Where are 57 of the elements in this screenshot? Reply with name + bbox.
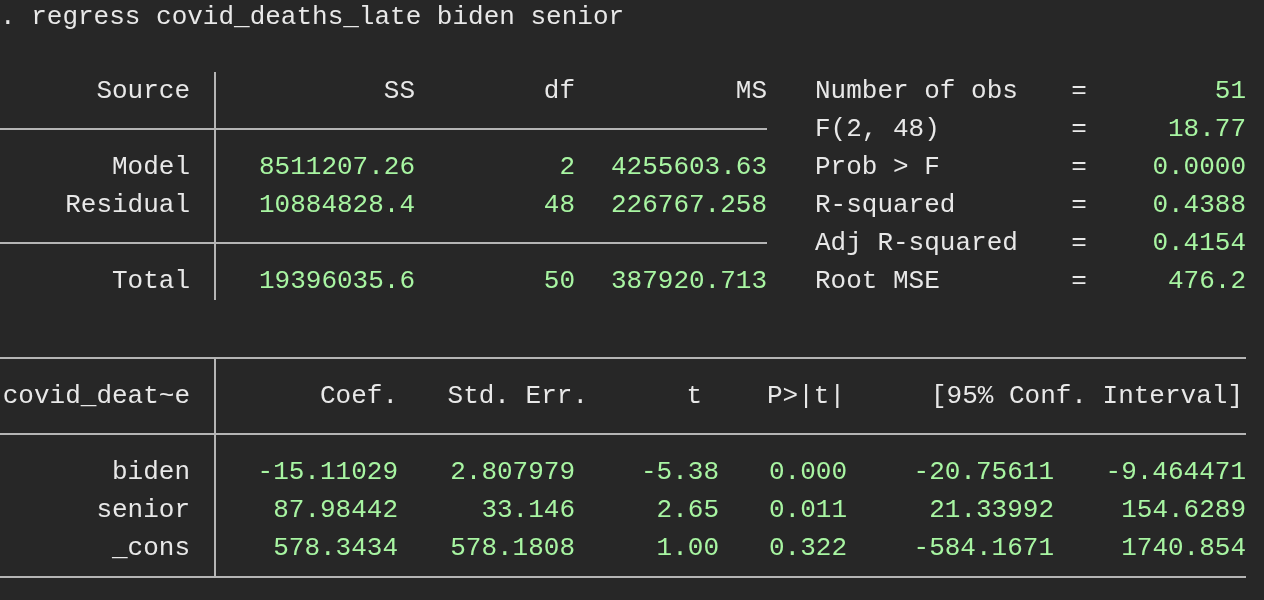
stat-value: 51: [1213, 75, 1246, 108]
row-label: senior: [0, 491, 216, 529]
column-header: Coef.: [319, 380, 398, 413]
table-cell-text: -20.75611: [912, 456, 1054, 489]
table-cell-text: -9.464471: [1104, 456, 1246, 489]
column-header: df: [542, 75, 575, 108]
column-header: [95% Conf. Interval]: [929, 380, 1244, 413]
table-cell-text: 4255603.63: [609, 151, 767, 184]
equals-sign: =: [1070, 227, 1088, 260]
table-cell-text: 2.65: [655, 494, 719, 527]
command-line: . regress covid_deaths_late biden senior: [0, 1, 626, 34]
stat-label: Adj R-squared: [815, 227, 1019, 260]
column-header: Std. Err.: [446, 380, 588, 413]
equals-sign: =: [1070, 189, 1088, 222]
table-cell-text: 48: [542, 189, 575, 222]
table-cell-text: -584.1671: [912, 532, 1054, 565]
table-cell-text: 0.322: [768, 532, 847, 565]
table-cell-text: 33.146: [480, 494, 575, 527]
stat-label: Root MSE: [815, 265, 941, 298]
stat-value: 0.4154: [1151, 227, 1246, 260]
table-cell-text: 10884828.4: [257, 189, 415, 222]
equals-sign: =: [1070, 113, 1088, 146]
table-cell-text: -15.11029: [256, 456, 398, 489]
table-cell-text: 8511207.26: [257, 151, 415, 184]
column-header: SS: [382, 75, 415, 108]
column-header: MS: [734, 75, 767, 108]
table-cell-text: 387920.713: [609, 265, 767, 298]
equals-sign: =: [1070, 75, 1088, 108]
table-cell-text: 50: [542, 265, 575, 298]
stat-value: 0.4388: [1151, 189, 1246, 222]
equals-sign: =: [1070, 151, 1088, 184]
equals-sign: =: [1070, 265, 1088, 298]
stat-label: Number of obs: [815, 75, 1019, 108]
table-cell-text: 21.33992: [928, 494, 1054, 527]
table-cell-text: 19396035.6: [257, 265, 415, 298]
table-cell-text: 1.00: [655, 532, 719, 565]
column-header: P>|t|: [766, 380, 846, 413]
table-cell-text: 0.000: [768, 456, 847, 489]
table-cell-text: 226767.258: [609, 189, 767, 222]
stat-label: F(2, 48): [815, 113, 941, 146]
table-cell-text: 2.807979: [449, 456, 575, 489]
stat-label: R-squared: [815, 189, 957, 222]
row-label: Total: [0, 262, 216, 300]
table-cell-text: 154.6289: [1120, 494, 1246, 527]
row-label: biden: [0, 453, 216, 491]
stat-value: 476.2: [1167, 265, 1246, 298]
stat-value: 0.0000: [1151, 151, 1246, 184]
table-cell-text: -5.38: [640, 456, 719, 489]
table-cell-text: 578.1808: [449, 532, 575, 565]
table-cell-text: 1740.854: [1120, 532, 1246, 565]
stat-label: Prob > F: [815, 151, 941, 184]
table-cell-text: 2: [558, 151, 575, 184]
table-cell-text: 0.011: [768, 494, 847, 527]
row-label: Model: [0, 148, 216, 186]
table-cell-text: 87.98442: [272, 494, 398, 527]
table-cell-text: 578.3434: [272, 532, 398, 565]
stat-value: 18.77: [1167, 113, 1246, 146]
